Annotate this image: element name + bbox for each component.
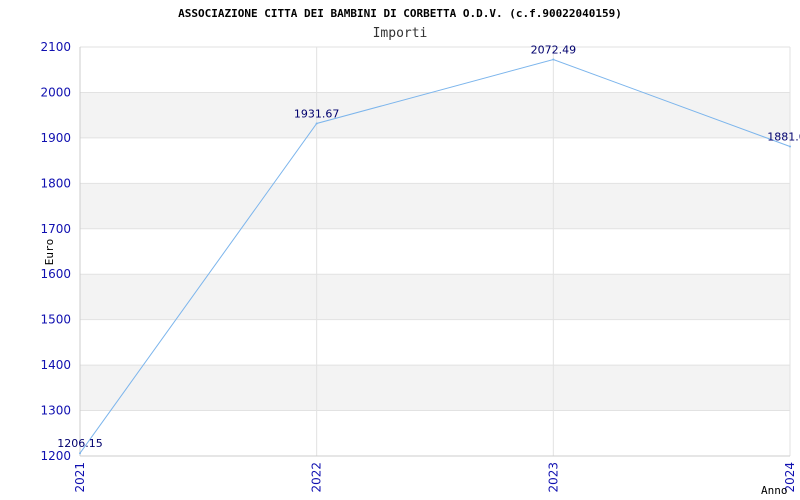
y-tick-label: 1300 [40, 404, 71, 418]
data-label: 1206.15 [57, 437, 103, 450]
plot-bands [80, 47, 790, 456]
plot-band [80, 365, 790, 411]
plot-band [80, 47, 790, 93]
x-tick-label: 2021 [73, 462, 87, 493]
plot-band [80, 319, 790, 366]
data-point [79, 452, 81, 455]
line-chart: ASSOCIAZIONE CITTA DEI BAMBINI DI CORBET… [0, 0, 800, 500]
y-axis-label: Euro [43, 239, 56, 266]
data-point [789, 145, 791, 148]
plot-band [80, 410, 790, 456]
chart-subtitle: Importi [373, 26, 428, 41]
data-point [552, 58, 555, 61]
x-axis-label: Anno [761, 484, 788, 497]
x-tick-label: 2022 [310, 462, 324, 493]
y-tick-label: 1600 [40, 267, 71, 281]
plot-band [80, 92, 790, 138]
plot-band [80, 137, 790, 184]
chart-canvas: ASSOCIAZIONE CITTA DEI BAMBINI DI CORBET… [40, 7, 800, 497]
plot-band [80, 274, 790, 320]
plot-band [80, 228, 790, 275]
y-tick-label: 1200 [40, 449, 71, 463]
x-tick-labels: 2021 2022 2023 2024 [73, 462, 797, 493]
x-tick-label: 2023 [546, 462, 560, 493]
y-tick-label: 1400 [40, 358, 71, 372]
y-tick-label: 1700 [40, 222, 71, 236]
y-tick-label: 2000 [40, 85, 71, 99]
y-tick-label: 1800 [40, 176, 71, 190]
data-point [315, 122, 318, 125]
y-tick-label: 1500 [40, 313, 71, 327]
y-tick-label: 2100 [40, 40, 71, 54]
plot-band [80, 183, 790, 229]
data-label: 2072.49 [531, 44, 577, 57]
data-label: 1931.67 [294, 107, 340, 120]
y-tick-label: 1900 [40, 131, 71, 145]
data-label: 1881.05 [767, 131, 800, 144]
chart-title: ASSOCIAZIONE CITTA DEI BAMBINI DI CORBET… [178, 7, 622, 20]
